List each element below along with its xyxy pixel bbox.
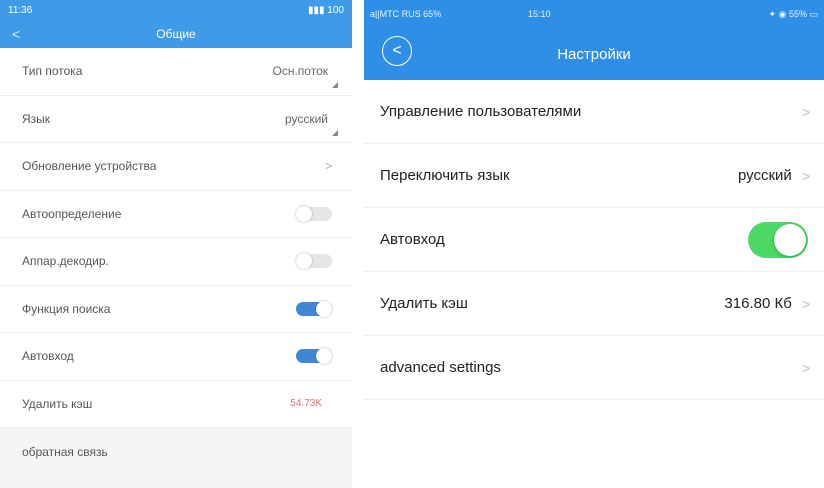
device-update-label: Обновление устройства	[22, 159, 157, 174]
back-icon[interactable]: <	[12, 26, 20, 42]
auto-login-label: Автовход	[22, 349, 74, 364]
left-nav-bar: < Общие	[0, 20, 352, 48]
chevron-right-icon: >	[324, 159, 332, 174]
toggle-knob	[296, 253, 312, 270]
language-select[interactable]: русский	[284, 111, 338, 136]
dropdown-corner-icon	[332, 82, 338, 89]
switch-language-value: русский	[737, 167, 792, 184]
search-function-label: Функция поиска	[22, 301, 111, 316]
clear-cache-row[interactable]: Удалить кэш 54.73K	[0, 380, 352, 428]
search-function-toggle[interactable]	[296, 300, 332, 317]
language-row[interactable]: Язык русский	[0, 95, 352, 143]
device-update-row[interactable]: Обновление устройства >	[0, 143, 352, 191]
auto-login-toggle[interactable]	[296, 348, 332, 365]
left-status-battery: ▮▮▮ 100	[308, 4, 344, 16]
right-clear-cache-row[interactable]: Удалить кэш 316.80 Кб >	[364, 272, 824, 336]
user-management-row[interactable]: Управление пользователями >	[364, 80, 824, 144]
right-page-title: Настройки	[557, 45, 631, 63]
advanced-settings-label: advanced settings	[380, 359, 501, 376]
stream-type-value: Осн.поток	[272, 64, 329, 79]
feedback-row[interactable]: обратная связь	[0, 428, 352, 476]
chevron-right-icon: >	[801, 359, 810, 376]
switch-language-row[interactable]: Переключить язык русский >	[364, 144, 824, 208]
toggle-knob	[316, 348, 332, 365]
language-value: русский	[284, 111, 328, 126]
right-auto-login-toggle[interactable]	[748, 221, 808, 258]
stream-type-row[interactable]: Тип потока Осн.поток	[0, 48, 352, 96]
left-page-title: Общие	[156, 27, 196, 41]
right-auto-login-label: Автовход	[380, 231, 445, 248]
right-clear-cache-label: Удалить кэш	[380, 295, 468, 312]
right-clear-cache-group: 316.80 Кб >	[724, 295, 810, 312]
hw-decode-toggle[interactable]	[296, 253, 332, 270]
right-auto-login-row: Автовход	[364, 208, 824, 272]
language-label: Язык	[22, 111, 51, 126]
stream-type-select[interactable]: Осн.поток	[272, 64, 338, 89]
switch-language-label: Переключить язык	[380, 167, 510, 184]
chevron-right-icon: >	[801, 295, 810, 312]
right-nav-bar: < Настройки	[364, 28, 824, 80]
stream-type-label: Тип потока	[22, 64, 83, 79]
auto-login-row: Автовход	[0, 333, 352, 381]
clear-cache-label: Удалить кэш	[22, 396, 93, 411]
auto-detect-row: Автоопределение	[0, 190, 352, 238]
user-management-label: Управление пользователями	[380, 103, 582, 120]
cache-size-value: 54.73K	[290, 398, 322, 410]
hw-decode-label: Аппар.декодир.	[22, 254, 109, 269]
carrier-info: a||МТС RUS 65%	[370, 9, 442, 19]
advanced-settings-row[interactable]: advanced settings >	[364, 336, 824, 400]
dropdown-corner-icon	[332, 129, 338, 136]
auto-detect-toggle[interactable]	[296, 205, 332, 222]
left-settings-screen: 11:36 ▮▮▮ 100 < Общие Тип потока Осн.пот…	[0, 0, 352, 488]
chevron-right-icon: >	[801, 167, 810, 184]
hw-decode-row: Аппар.декодир.	[0, 238, 352, 286]
right-status-time: 15:10	[528, 9, 551, 19]
right-settings-screen: a||МТС RUS 65% 15:10 ✦ ◉ 55% ▭ < Настрой…	[364, 0, 824, 488]
auto-detect-label: Автоопределение	[22, 206, 122, 221]
back-circle-icon[interactable]: <	[382, 36, 412, 66]
toggle-knob	[296, 205, 312, 222]
feedback-label: обратная связь	[22, 444, 108, 459]
left-status-time: 11:36	[8, 4, 33, 16]
switch-language-group: русский >	[738, 167, 810, 184]
toggle-knob	[316, 300, 332, 317]
left-status-bar: 11:36 ▮▮▮ 100	[0, 0, 352, 20]
right-cache-size-value: 316.80 Кб	[724, 295, 792, 312]
chevron-right-icon: >	[801, 103, 810, 120]
right-status-bar: a||МТС RUS 65% 15:10 ✦ ◉ 55% ▭	[364, 0, 824, 28]
toggle-knob	[774, 223, 806, 256]
search-function-row: Функция поиска	[0, 285, 352, 333]
right-status-battery: ✦ ◉ 55% ▭	[768, 8, 818, 19]
